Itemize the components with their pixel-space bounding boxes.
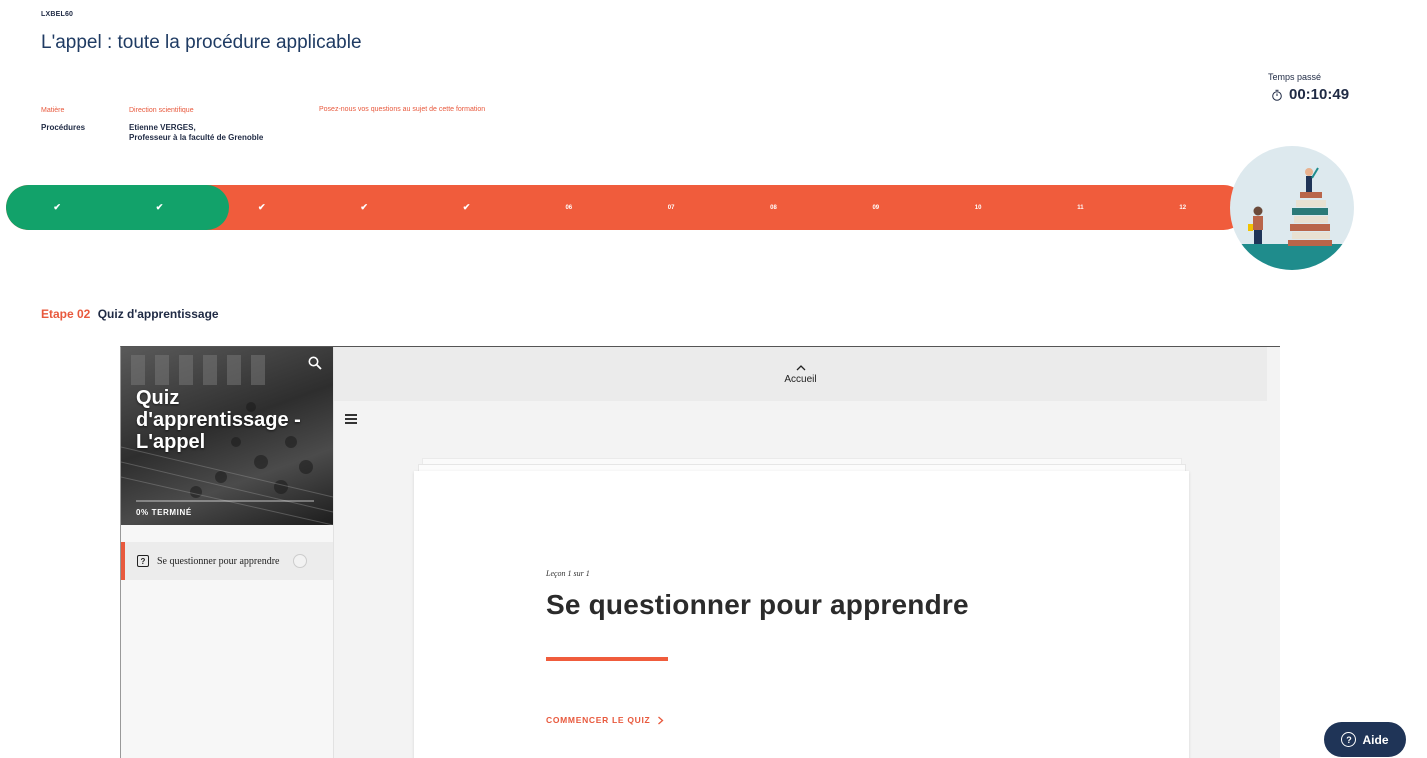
progress-step-11[interactable]: 11 <box>1029 185 1131 230</box>
stopwatch-icon <box>1272 89 1282 101</box>
step-number-label: 07 <box>667 204 675 211</box>
step-number-label: 10 <box>974 204 982 211</box>
progress-step-3[interactable]: ✔ <box>211 185 313 230</box>
search-icon[interactable] <box>308 356 322 370</box>
progress-step-8[interactable]: 08 <box>722 185 824 230</box>
lesson-status-circle <box>293 554 308 568</box>
quiz-progress-label: 0% TERMINÉ <box>136 508 192 517</box>
lesson-card: Leçon 1 sur 1 Se questionner pour appren… <box>414 471 1189 758</box>
quiz-icon: ? <box>137 555 149 567</box>
timer-value: 00:10:49 <box>1289 86 1350 103</box>
step-number-label: 11 <box>1077 204 1084 211</box>
home-button[interactable]: Accueil <box>334 347 1267 401</box>
step-number-label: 06 <box>565 204 573 211</box>
progress-step-7[interactable]: 07 <box>620 185 722 230</box>
progress-step-10[interactable]: 10 <box>927 185 1029 230</box>
help-button[interactable]: ? Aide <box>1324 722 1406 757</box>
timer-label: Temps passé <box>1268 72 1322 82</box>
start-quiz-button[interactable]: COMMENCER LE QUIZ <box>546 715 664 725</box>
quiz-sidebar: Quiz d'apprentissage - L'appel 0% TERMIN… <box>121 347 334 758</box>
progress-step-2[interactable]: ✔ <box>108 185 210 230</box>
lesson-title: Se questionner pour apprendre <box>546 589 969 620</box>
check-icon: ✔ <box>360 202 368 212</box>
progress-step-5[interactable]: ✔ <box>415 185 517 230</box>
direction-value: Etienne VERGES, Professeur à la faculté … <box>129 123 263 143</box>
step-heading: Etape 02 Quiz d'apprentissage <box>41 307 219 321</box>
sidebar-lesson-item[interactable]: ? Se questionner pour apprendre <box>121 542 333 580</box>
lesson-divider <box>546 657 668 661</box>
step-number-label: 09 <box>872 204 880 211</box>
home-label: Accueil <box>784 374 817 385</box>
step-number-label: 12 <box>1179 204 1187 211</box>
check-icon: ✔ <box>258 202 266 212</box>
step-number-label: 08 <box>770 204 777 211</box>
progress-step-6[interactable]: 06 <box>518 185 620 230</box>
course-code: LXBEL60 <box>41 11 74 18</box>
check-icon: ✔ <box>155 202 164 212</box>
chevron-right-icon <box>658 716 664 724</box>
direction-label: Direction scientifique <box>129 107 194 114</box>
subject-value: Procédures <box>41 123 86 132</box>
lesson-count: Leçon 1 sur 1 <box>546 569 590 578</box>
step-number: Etape 02 <box>41 307 91 321</box>
help-icon: ? <box>1341 732 1357 747</box>
quiz-title: Quiz d'apprentissage - L'appel <box>136 387 301 453</box>
progress-step-12[interactable]: 12 <box>1132 185 1234 230</box>
sidebar-lesson-label: Se questionner pour apprendre <box>157 555 280 567</box>
subject-label: Matière <box>41 107 65 114</box>
step-name: Quiz d'apprentissage <box>97 307 219 321</box>
page-title: L'appel : toute la procédure applicable <box>41 32 362 53</box>
director-name: Etienne VERGES, <box>129 123 196 132</box>
quiz-main: Accueil Leçon 1 sur 1 Se questionner pou… <box>334 347 1280 758</box>
check-icon: ✔ <box>462 202 471 212</box>
director-role: Professeur à la faculté de Grenoble <box>129 133 264 142</box>
quiz-hero: Quiz d'apprentissage - L'appel 0% TERMIN… <box>121 347 333 525</box>
help-label: Aide <box>1362 732 1389 747</box>
start-quiz-label: COMMENCER LE QUIZ <box>546 715 651 725</box>
quiz-progress-track <box>136 500 314 502</box>
menu-icon[interactable] <box>345 414 357 424</box>
progress-step-1[interactable]: ✔ <box>6 185 108 230</box>
progress-step-4[interactable]: ✔ <box>313 185 415 230</box>
chevron-up-icon <box>796 365 805 371</box>
quiz-frame: Quiz d'apprentissage - L'appel 0% TERMIN… <box>120 346 1280 758</box>
progress-step-9[interactable]: 09 <box>825 185 927 230</box>
contact-link[interactable]: Posez-nous vos questions au sujet de cet… <box>319 106 485 113</box>
progress-steps: ✔ ✔ ✔ ✔ ✔ 06 07 08 09 10 11 12 <box>6 185 1234 230</box>
check-icon: ✔ <box>53 202 61 212</box>
course-illustration <box>1230 146 1354 270</box>
timer: 00:10:49 <box>1271 86 1349 103</box>
